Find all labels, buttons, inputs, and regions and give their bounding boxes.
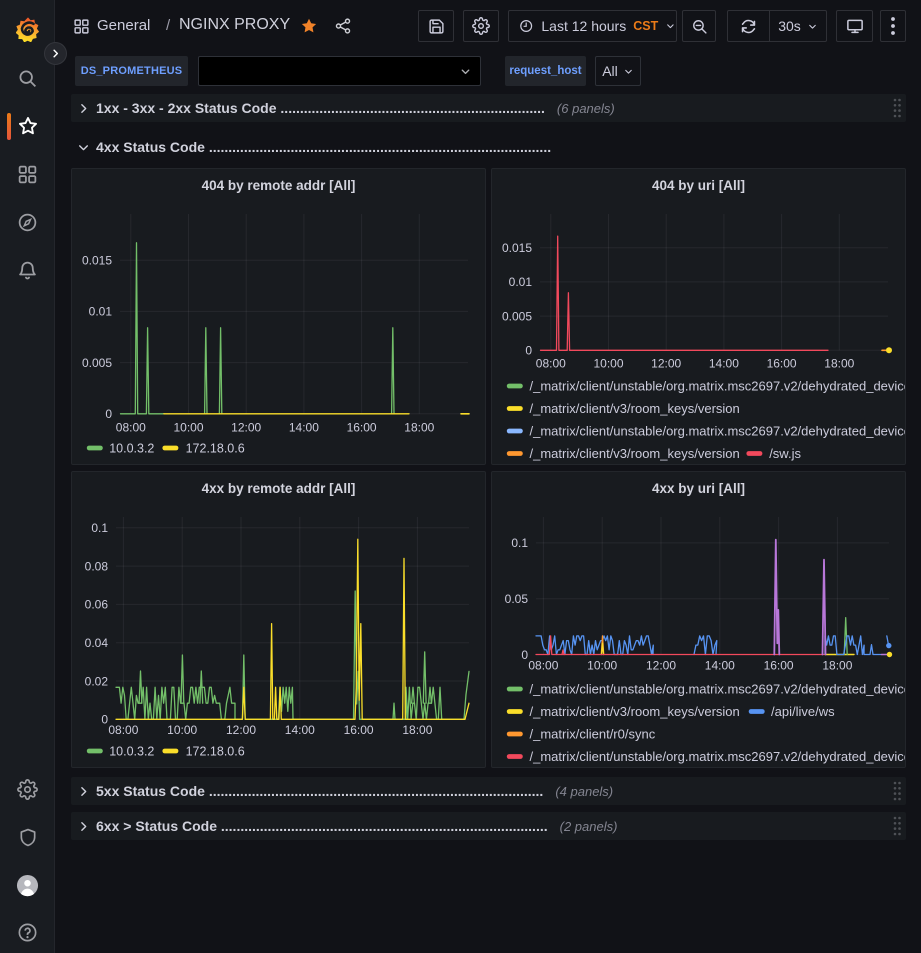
svg-text:18:00: 18:00 bbox=[404, 421, 434, 435]
svg-text:0.06: 0.06 bbox=[85, 598, 109, 612]
svg-text:16:00: 16:00 bbox=[764, 659, 794, 673]
svg-text:0: 0 bbox=[525, 344, 532, 358]
svg-text:12:00: 12:00 bbox=[226, 723, 256, 737]
svg-text:0.015: 0.015 bbox=[502, 241, 532, 255]
svg-text:0.005: 0.005 bbox=[82, 356, 112, 370]
svg-text:14:00: 14:00 bbox=[709, 357, 739, 371]
svg-text:10:00: 10:00 bbox=[587, 659, 617, 673]
svg-text:18:00: 18:00 bbox=[822, 659, 852, 673]
svg-text:10.0.3.2: 10.0.3.2 bbox=[109, 745, 154, 759]
svg-text:18:00: 18:00 bbox=[824, 357, 854, 371]
svg-text:0.005: 0.005 bbox=[502, 309, 532, 323]
svg-text:10:00: 10:00 bbox=[167, 723, 197, 737]
svg-text:0: 0 bbox=[521, 648, 528, 662]
svg-text:/_matrix/client/v3/room_keys/v: /_matrix/client/v3/room_keys/version bbox=[530, 401, 740, 416]
svg-text:172.18.0.6: 172.18.0.6 bbox=[186, 745, 245, 759]
svg-text:172.18.0.6: 172.18.0.6 bbox=[186, 442, 245, 456]
svg-text:10.0.3.2: 10.0.3.2 bbox=[109, 442, 154, 456]
svg-text:0.05: 0.05 bbox=[505, 592, 529, 606]
svg-text:0.02: 0.02 bbox=[85, 674, 109, 688]
svg-text:08:00: 08:00 bbox=[536, 357, 566, 371]
svg-text:0: 0 bbox=[105, 407, 112, 421]
svg-text:/_matrix/client/v3/room_keys/v: /_matrix/client/v3/room_keys/version bbox=[530, 446, 740, 461]
svg-text:/_matrix/client/unstable/org.m: /_matrix/client/unstable/org.matrix.msc2… bbox=[530, 379, 907, 394]
svg-text:14:00: 14:00 bbox=[705, 659, 735, 673]
svg-text:/api/live/ws: /api/live/ws bbox=[771, 704, 835, 719]
svg-text:08:00: 08:00 bbox=[528, 659, 558, 673]
svg-text:08:00: 08:00 bbox=[116, 421, 146, 435]
svg-text:16:00: 16:00 bbox=[344, 723, 374, 737]
svg-text:/_matrix/client/unstable/org.m: /_matrix/client/unstable/org.matrix.msc2… bbox=[530, 424, 907, 439]
svg-text:0.01: 0.01 bbox=[509, 275, 533, 289]
svg-text:/_matrix/client/r0/sync: /_matrix/client/r0/sync bbox=[530, 727, 656, 742]
svg-text:0.015: 0.015 bbox=[82, 254, 112, 268]
svg-text:14:00: 14:00 bbox=[285, 723, 315, 737]
svg-text:0.1: 0.1 bbox=[91, 521, 108, 535]
svg-text:0.08: 0.08 bbox=[85, 559, 109, 573]
svg-text:/_matrix/client/unstable/org.m: /_matrix/client/unstable/org.matrix.msc2… bbox=[530, 682, 907, 697]
svg-text:12:00: 12:00 bbox=[651, 357, 681, 371]
svg-text:10:00: 10:00 bbox=[173, 421, 203, 435]
svg-text:14:00: 14:00 bbox=[289, 421, 319, 435]
svg-text:0.04: 0.04 bbox=[85, 636, 109, 650]
svg-text:16:00: 16:00 bbox=[767, 357, 797, 371]
svg-text:0.01: 0.01 bbox=[89, 305, 113, 319]
svg-text:/sw.js: /sw.js bbox=[769, 446, 801, 461]
svg-text:/_matrix/client/unstable/org.m: /_matrix/client/unstable/org.matrix.msc2… bbox=[530, 749, 907, 764]
svg-text:10:00: 10:00 bbox=[593, 357, 623, 371]
svg-text:12:00: 12:00 bbox=[231, 421, 261, 435]
svg-text:08:00: 08:00 bbox=[108, 723, 138, 737]
svg-text:18:00: 18:00 bbox=[402, 723, 432, 737]
svg-text:12:00: 12:00 bbox=[646, 659, 676, 673]
svg-text:16:00: 16:00 bbox=[347, 421, 377, 435]
svg-text:/_matrix/client/v3/room_keys/v: /_matrix/client/v3/room_keys/version bbox=[530, 704, 740, 719]
svg-text:0.1: 0.1 bbox=[511, 536, 528, 550]
svg-text:0: 0 bbox=[101, 713, 108, 727]
